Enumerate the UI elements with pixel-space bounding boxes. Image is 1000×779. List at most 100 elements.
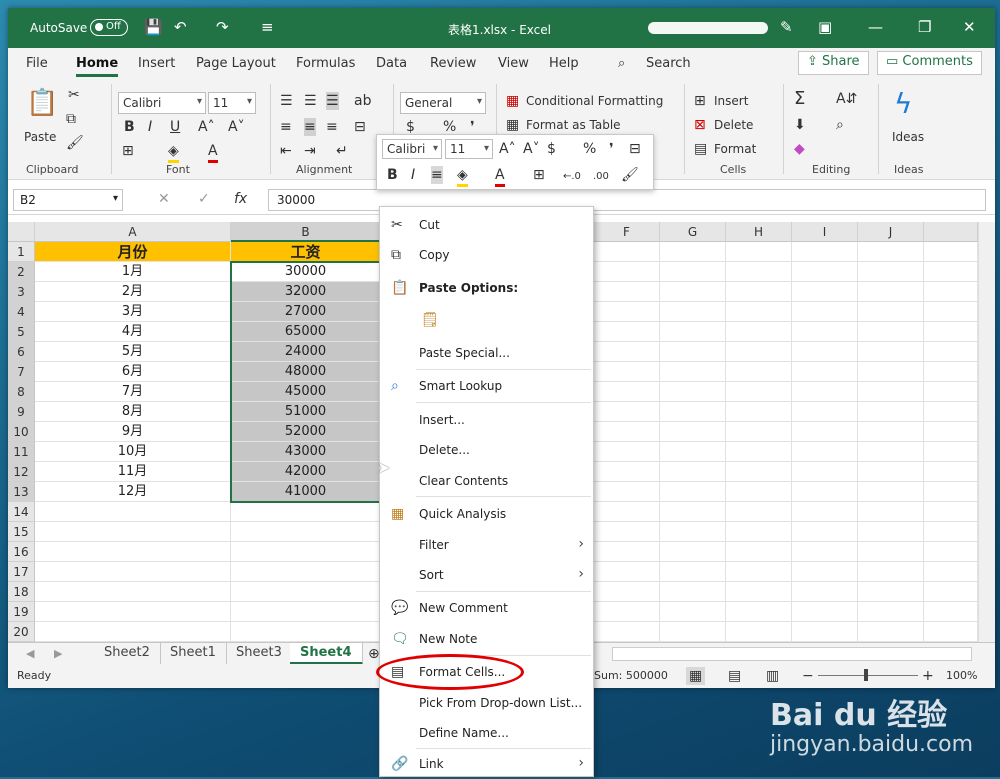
fill-color-icon[interactable]: ◈ — [168, 142, 179, 163]
zoom-slider-thumb[interactable] — [864, 669, 868, 681]
cell[interactable] — [660, 422, 726, 442]
minimize-icon[interactable]: — — [868, 18, 883, 36]
cell[interactable] — [594, 462, 660, 482]
cell[interactable] — [858, 602, 924, 622]
prev-sheet-icon[interactable]: ◀ — [26, 645, 34, 663]
row-header[interactable]: 12 — [8, 462, 35, 482]
cell[interactable] — [924, 382, 978, 402]
cell[interactable] — [660, 262, 726, 282]
tab-file[interactable]: File — [26, 56, 48, 71]
close-icon[interactable]: ✕ — [963, 18, 976, 36]
cell-a[interactable]: 月份 — [35, 242, 231, 262]
mini-currency-icon[interactable]: $ — [547, 140, 556, 158]
cell[interactable] — [660, 242, 726, 262]
mini-decrease-font-icon[interactable]: A˅ — [523, 140, 540, 158]
cell[interactable] — [924, 282, 978, 302]
cell[interactable] — [858, 522, 924, 542]
cell[interactable] — [924, 402, 978, 422]
share-button[interactable]: ⇪ Share — [798, 51, 869, 75]
cell[interactable] — [594, 442, 660, 462]
cell-b[interactable]: 41000 — [231, 482, 381, 502]
zoom-in-icon[interactable]: + — [922, 667, 934, 685]
copy-icon[interactable]: ⧉ — [66, 110, 76, 128]
cell[interactable] — [858, 582, 924, 602]
cell[interactable] — [924, 502, 978, 522]
cell[interactable] — [792, 602, 858, 622]
page-layout-view-icon[interactable]: ▤ — [728, 667, 741, 685]
cell-a[interactable]: 8月 — [35, 402, 231, 422]
cell[interactable] — [660, 502, 726, 522]
cell[interactable] — [726, 562, 792, 582]
mini-align-center-icon[interactable]: ≡ — [431, 166, 443, 184]
cell[interactable] — [792, 402, 858, 422]
cell[interactable] — [858, 322, 924, 342]
cell[interactable] — [924, 442, 978, 462]
cell[interactable] — [594, 422, 660, 442]
save-icon[interactable]: 💾 — [144, 18, 163, 36]
cell-a[interactable] — [35, 522, 231, 542]
column-header-b[interactable]: B — [231, 222, 381, 242]
pen-icon[interactable]: ✎ — [780, 18, 793, 36]
cell[interactable] — [858, 562, 924, 582]
mini-increase-font-icon[interactable]: A˄ — [499, 140, 516, 158]
insert-cells-button[interactable]: Insert — [714, 94, 748, 108]
cell[interactable] — [858, 622, 924, 642]
cell[interactable] — [726, 602, 792, 622]
cell[interactable] — [792, 262, 858, 282]
cell[interactable] — [792, 342, 858, 362]
cell[interactable] — [792, 322, 858, 342]
cell-a[interactable]: 6月 — [35, 362, 231, 382]
cell[interactable] — [792, 442, 858, 462]
cell[interactable] — [924, 422, 978, 442]
cell[interactable] — [924, 522, 978, 542]
tab-insert[interactable]: Insert — [138, 56, 175, 71]
cell[interactable] — [660, 562, 726, 582]
tab-review[interactable]: Review — [430, 56, 476, 71]
cell-b[interactable]: 48000 — [231, 362, 381, 382]
find-select-icon[interactable]: ⌕ — [836, 116, 844, 134]
cell[interactable] — [792, 282, 858, 302]
cell[interactable] — [594, 302, 660, 322]
mini-font-select[interactable]: Calibri ▾ — [382, 139, 442, 159]
decrease-font-icon[interactable]: A˅ — [228, 118, 245, 136]
cell[interactable] — [924, 362, 978, 382]
vertical-scrollbar[interactable] — [978, 222, 995, 642]
conditional-formatting-icon[interactable]: ▦ — [506, 92, 519, 110]
cell[interactable] — [660, 382, 726, 402]
row-header[interactable]: 14 — [8, 502, 35, 522]
cell[interactable] — [858, 482, 924, 502]
cell[interactable] — [594, 242, 660, 262]
borders-icon[interactable]: ⊞ — [122, 142, 134, 160]
cell-b[interactable]: 52000 — [231, 422, 381, 442]
mini-bold-icon[interactable]: B — [387, 166, 398, 184]
zoom-level[interactable]: 100% — [946, 669, 977, 682]
formula-input[interactable]: 30000 — [268, 189, 986, 211]
cell[interactable] — [924, 622, 978, 642]
row-header[interactable]: 6 — [8, 342, 35, 362]
cell-b[interactable] — [231, 522, 381, 542]
tab-data[interactable]: Data — [376, 56, 407, 71]
cell[interactable] — [858, 442, 924, 462]
cell-b[interactable] — [231, 502, 381, 522]
restore-icon[interactable]: ❐ — [918, 18, 931, 36]
cell-b[interactable]: 51000 — [231, 402, 381, 422]
cell[interactable] — [660, 462, 726, 482]
cell-a[interactable]: 4月 — [35, 322, 231, 342]
cell-a[interactable]: 7月 — [35, 382, 231, 402]
cell-b[interactable]: 27000 — [231, 302, 381, 322]
tab-help[interactable]: Help — [549, 56, 579, 71]
select-all-corner[interactable] — [8, 222, 35, 242]
cell-b[interactable]: 工资 — [231, 242, 381, 262]
cell[interactable] — [660, 302, 726, 322]
column-header-a[interactable]: A — [35, 222, 231, 242]
row-header[interactable]: 13 — [8, 482, 35, 502]
cell[interactable] — [858, 362, 924, 382]
cell-a[interactable]: 1月 — [35, 262, 231, 282]
menu-filter[interactable]: Filter › — [380, 530, 593, 560]
sheet-tab-sheet1[interactable]: Sheet1 — [160, 643, 227, 665]
mini-increase-decimal-icon[interactable]: ←.0 — [563, 168, 581, 186]
cell-a[interactable] — [35, 582, 231, 602]
cell-a[interactable] — [35, 542, 231, 562]
cell[interactable] — [726, 242, 792, 262]
cell[interactable] — [858, 242, 924, 262]
